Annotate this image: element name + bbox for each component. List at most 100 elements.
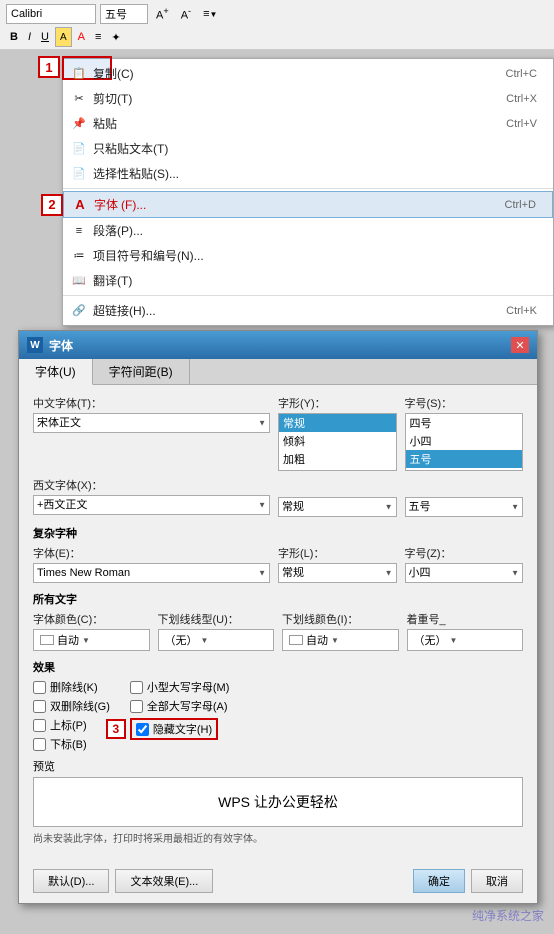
- menu-paste-text-label: 只粘贴文本(T): [93, 140, 168, 157]
- effect-double-strikethrough-label: 双删除线(G): [50, 698, 110, 714]
- style-listbox[interactable]: 常规 倾斜 加粗: [278, 413, 397, 471]
- menu-bullets-label: 项目符号和编号(N)...: [93, 247, 204, 264]
- font-color-btn[interactable]: A: [74, 27, 89, 47]
- emphasis-btn[interactable]: （无） ▼: [407, 629, 524, 651]
- style-option-italic[interactable]: 倾斜: [279, 432, 396, 450]
- emphasis-arrow: ▼: [450, 636, 458, 645]
- menu-item-paragraph[interactable]: ≡ 段落(P)...: [63, 218, 553, 243]
- paste-icon: 📌: [69, 117, 89, 130]
- underline-color-btn[interactable]: 自动 ▼: [282, 629, 399, 651]
- style-option-bold[interactable]: 加粗: [279, 450, 396, 468]
- effect-superscript[interactable]: 上标(P): [33, 717, 110, 733]
- underline-type-btn[interactable]: （无） ▼: [158, 629, 275, 651]
- menu-item-paste-text[interactable]: 📄 只粘贴文本(T): [63, 136, 553, 161]
- toolbar: A+ A- ≡▼ B I U A A ≡ ✦: [0, 0, 554, 50]
- underline-color-swatch: [289, 635, 303, 645]
- bullets-icon: ≔: [69, 249, 89, 262]
- font-name-input[interactable]: [6, 4, 96, 24]
- emphasis-label: 着重号_: [407, 611, 524, 627]
- font-color-value: 自动: [57, 632, 79, 648]
- effect-small-caps-cb[interactable]: [130, 681, 143, 694]
- style-label: 字形(Y)：: [278, 395, 397, 411]
- preview-label: 预览: [33, 758, 523, 774]
- west-font-select-wrapper: +西文正文: [33, 495, 270, 515]
- menu-item-font[interactable]: A 字体 (F)... Ctrl+D: [63, 191, 553, 218]
- font-color-swatch: [40, 635, 54, 645]
- effect-hidden-text[interactable]: 隐藏文字(H): [136, 721, 212, 737]
- size-option-small4[interactable]: 小四: [406, 432, 523, 450]
- style-select[interactable]: 常规: [278, 497, 397, 517]
- underline-color-value: 自动: [306, 632, 328, 648]
- dialog-close-btn[interactable]: ✕: [511, 337, 529, 353]
- font-size-decrease-btn[interactable]: A-: [177, 4, 195, 24]
- text-effect-btn[interactable]: 文本效果(E)...: [115, 869, 213, 893]
- effect-superscript-cb[interactable]: [33, 719, 46, 732]
- size-option-5[interactable]: 五号: [406, 450, 523, 468]
- font-color-btn[interactable]: 自动 ▼: [33, 629, 150, 651]
- size-option-4[interactable]: 四号: [406, 414, 523, 432]
- menu-item-translate[interactable]: 📖 翻译(T): [63, 268, 553, 293]
- chinese-font-select-wrapper: 宋体正文: [33, 413, 270, 433]
- emphasis-value: （无）: [414, 632, 447, 648]
- menu-item-bullets[interactable]: ≔ 项目符号和编号(N)...: [63, 243, 553, 268]
- style-option-regular[interactable]: 常规: [279, 414, 396, 432]
- effect-strikethrough[interactable]: 删除线(K): [33, 679, 110, 695]
- menu-copy-label: 复制(C): [93, 65, 134, 82]
- tab-font[interactable]: 字体(U): [19, 359, 93, 385]
- complex-font-select[interactable]: Times New Roman: [33, 563, 270, 583]
- effect-strikethrough-cb[interactable]: [33, 681, 46, 694]
- complex-size-select[interactable]: 小四: [405, 563, 524, 583]
- menu-paste-special-label: 选择性粘贴(S)...: [93, 165, 179, 182]
- menu-hyperlink-label: 超链接(H)...: [93, 302, 156, 319]
- menu-item-hyperlink[interactable]: 🔗 超链接(H)... Ctrl+K: [63, 298, 553, 323]
- size-select[interactable]: 五号: [405, 497, 524, 517]
- ok-btn[interactable]: 确定: [413, 869, 465, 893]
- size-listbox[interactable]: 四号 小四 五号: [405, 413, 524, 471]
- dialog-buttons: 默认(D)... 文本效果(E)... 确定 取消: [19, 863, 537, 903]
- effect-all-caps-label: 全部大写字母(A): [147, 698, 228, 714]
- preview-text: WPS 让办公更轻松: [218, 792, 338, 812]
- effect-all-caps[interactable]: 全部大写字母(A): [130, 698, 230, 714]
- effect-hidden-text-cb[interactable]: [136, 723, 149, 736]
- align-btn[interactable]: ≡: [91, 27, 105, 47]
- highlight-btn[interactable]: A: [55, 27, 72, 47]
- effects-section-label: 效果: [33, 659, 523, 675]
- menu-item-paste-special[interactable]: 📄 选择性粘贴(S)...: [63, 161, 553, 186]
- menu-item-copy[interactable]: 📋 复制(C) Ctrl+C: [63, 61, 553, 86]
- menu-paste-shortcut: Ctrl+V: [506, 118, 537, 130]
- hyperlink-icon: 🔗: [69, 304, 89, 317]
- effect-hidden-text-label: 隐藏文字(H): [153, 721, 212, 737]
- italic-btn[interactable]: I: [24, 27, 35, 47]
- complex-section-label: 复杂字种: [33, 525, 523, 541]
- step2-label: 2: [41, 194, 63, 216]
- effect-double-strikethrough-cb[interactable]: [33, 700, 46, 713]
- underline-btn[interactable]: U: [37, 27, 53, 47]
- effect-strikethrough-label: 删除线(K): [50, 679, 98, 695]
- complex-style-select[interactable]: 常规: [278, 563, 397, 583]
- preview-note: 尚未安装此字体，打印时将采用最相近的有效字体。: [33, 830, 523, 845]
- menu-copy-shortcut: Ctrl+C: [506, 68, 537, 80]
- extra-btn[interactable]: ✦: [107, 27, 124, 47]
- copy-icon: 📋: [69, 67, 89, 80]
- font-size-input[interactable]: [100, 4, 148, 24]
- west-font-select[interactable]: +西文正文: [33, 495, 270, 515]
- font-size-increase-btn[interactable]: A+: [152, 4, 173, 24]
- font-dialog: W 字体 ✕ 字体(U) 字符间距(B) 中文字体(T)： 宋体正文 字形(Y)…: [18, 330, 538, 904]
- bold-btn[interactable]: B: [6, 27, 22, 47]
- menu-translate-label: 翻译(T): [93, 272, 132, 289]
- effect-subscript[interactable]: 下标(B): [33, 736, 110, 752]
- effect-subscript-cb[interactable]: [33, 738, 46, 751]
- chinese-font-select[interactable]: 宋体正文: [33, 413, 270, 433]
- underline-type-value: （无）: [165, 632, 198, 648]
- effect-small-caps[interactable]: 小型大写字母(M): [130, 679, 230, 695]
- clear-format-btn[interactable]: ≡▼: [199, 4, 221, 24]
- menu-item-paste[interactable]: 📌 粘贴 Ctrl+V: [63, 111, 553, 136]
- effect-double-strikethrough[interactable]: 双删除线(G): [33, 698, 110, 714]
- dialog-titlebar: W 字体 ✕: [19, 331, 537, 359]
- default-btn[interactable]: 默认(D)...: [33, 869, 109, 893]
- tab-char-spacing[interactable]: 字符间距(B): [93, 359, 190, 384]
- effect-all-caps-cb[interactable]: [130, 700, 143, 713]
- cancel-btn[interactable]: 取消: [471, 869, 523, 893]
- effect-small-caps-label: 小型大写字母(M): [147, 679, 230, 695]
- menu-item-cut[interactable]: ✂ 剪切(T) Ctrl+X: [63, 86, 553, 111]
